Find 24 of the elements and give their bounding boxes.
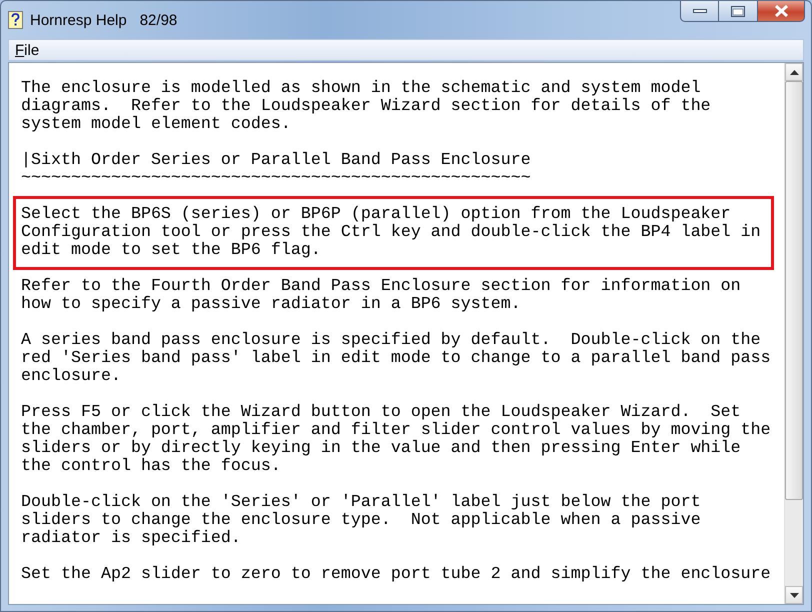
help-paragraph: The enclosure is modelled as shown in the schematic and system model diagrams. Refer to the Loudspeaker Wizard section for details of the system model element codes. [20, 80, 712, 134]
page-counter: 82/98 [140, 12, 178, 28]
close-button[interactable] [758, 1, 805, 22]
scroll-thumb[interactable] [785, 81, 803, 500]
scroll-up-button[interactable] [785, 63, 803, 81]
up-arrow-icon [790, 70, 798, 74]
help-paragraph: Double-click on the 'Series' or 'Parallel' label just below the port sliders to change the enclosure type. Not applicable when a passive radiator is specified. [20, 494, 702, 548]
down-arrow-icon [790, 592, 798, 598]
minimize-icon [692, 8, 706, 14]
maximize-icon [731, 6, 745, 16]
maximize-button[interactable] [719, 1, 758, 22]
window-title: Hornresp Help [30, 12, 127, 28]
help-icon [8, 11, 23, 29]
help-paragraph: Select the BP6S (series) or BP6P (parallel) option from the Loudspeaker Configuration tool or press the Ctrl key and double-click the BP4 label in edit mode to set the BP6 flag. [21, 206, 762, 260]
close-icon [774, 5, 788, 17]
help-paragraph: Press F5 or click the Wizard button to open the Loudspeaker Wizard. Set the chamber, port, amplifier and filter slider control values by moving the sliders or by directly keying in the value and then pressing Enter while the control has the focus. [20, 404, 772, 476]
scroll-down-button[interactable] [785, 586, 803, 604]
menu-item[interactable]: File [9, 42, 46, 58]
help-paragraph: A series band pass enclosure is specified by default. Double-click on the red 'Series band pass' label in edit mode to change to a parallel band pass enclosure. [20, 332, 772, 386]
help-paragraph: |Sixth Order Series or Parallel Band Pass Enclosure ~~~~~~~~~~~~~~~~~~~~~~~~~~~~~~~~~~~~~~~~~~~~~~~~~~~ [20, 152, 532, 188]
help-paragraph: Refer to the Fourth Order Band Pass Enclosure section for information on how to specify a passive radiator in a BP6 system. [20, 278, 742, 314]
minimize-button[interactable] [680, 1, 719, 22]
help-paragraph: Set the Ap2 slider to zero to remove port tube 2 and simplify the enclosure [20, 566, 772, 584]
scrollbar[interactable] [784, 63, 803, 604]
